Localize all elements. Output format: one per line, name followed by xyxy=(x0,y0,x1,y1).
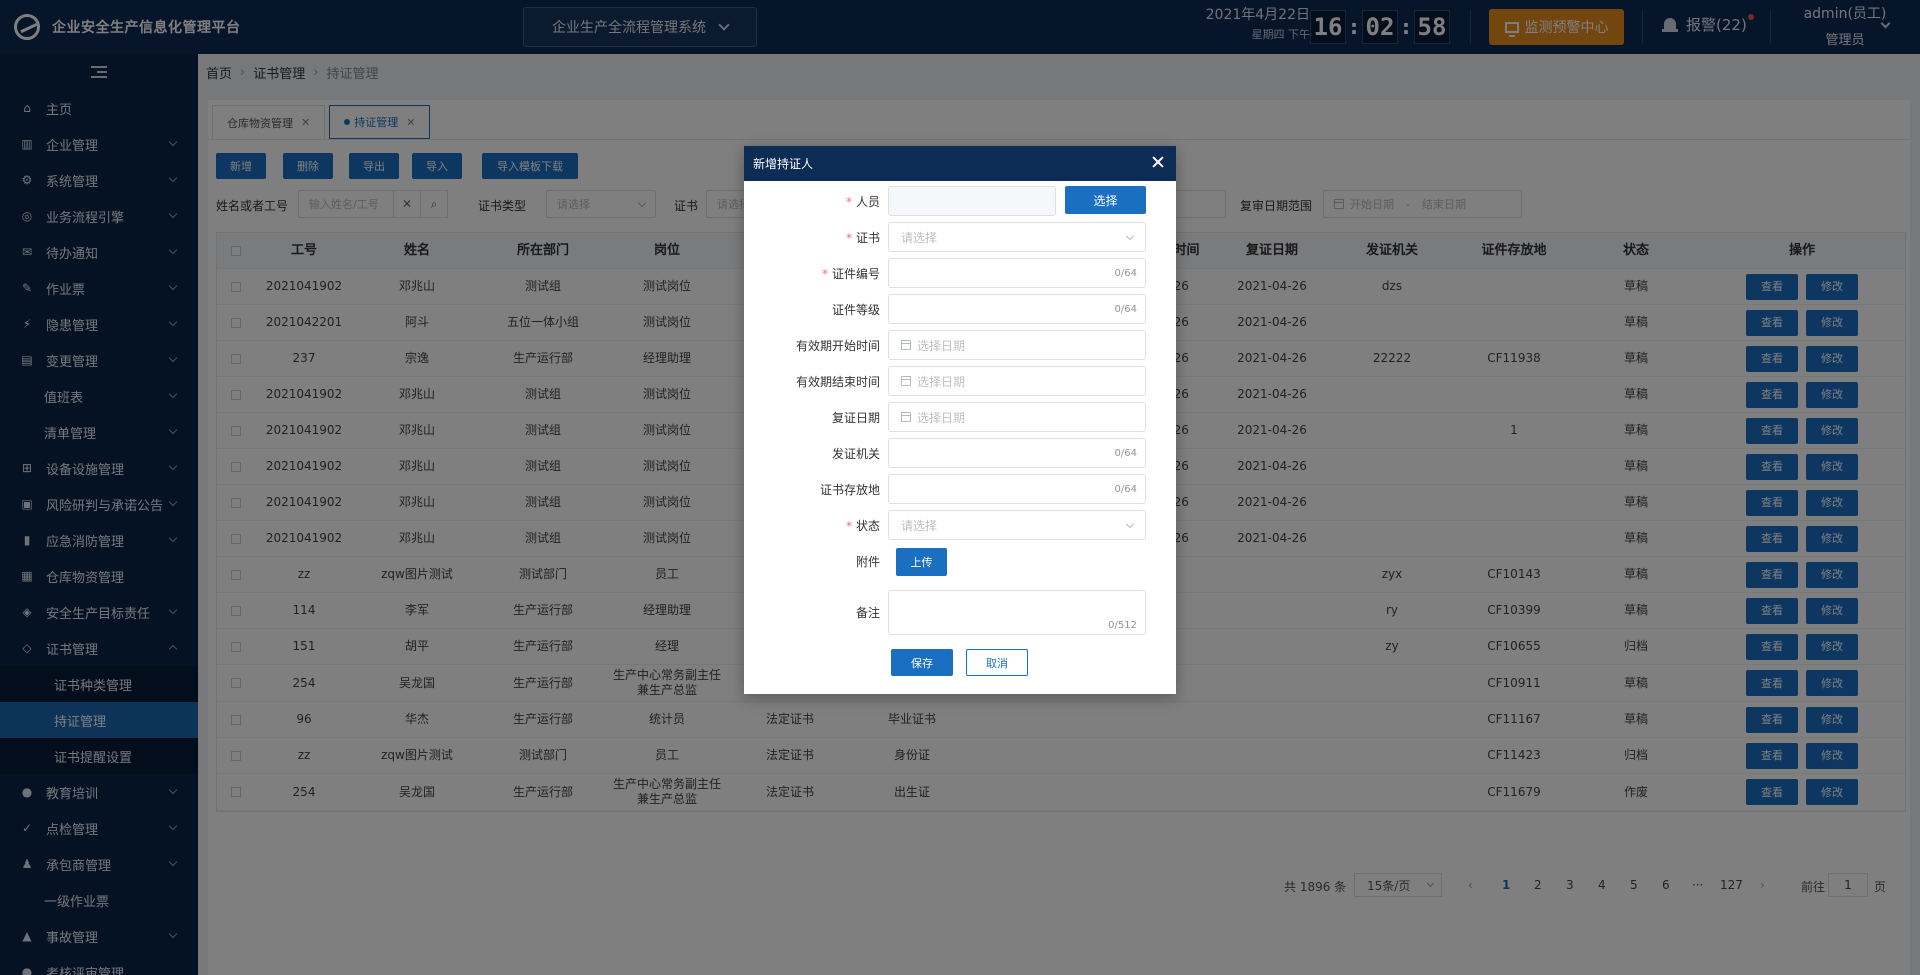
select-field[interactable]: 请选择 xyxy=(888,510,1146,540)
select-person-button[interactable]: 选择 xyxy=(1065,186,1146,214)
required-mark: * xyxy=(845,231,852,245)
form-row: 备注 0/512 xyxy=(744,590,1176,635)
chevron-down-icon xyxy=(1125,231,1135,241)
form-row: * 证书 请选择 xyxy=(744,222,1176,252)
field-label-text: 证件编号 xyxy=(831,267,880,281)
text-input[interactable]: 0/64 xyxy=(888,294,1146,324)
field-label: * 状态 xyxy=(846,517,880,534)
date-picker[interactable]: 选择日期 xyxy=(888,402,1146,432)
date-placeholder: 选择日期 xyxy=(917,410,966,425)
date-placeholder: 选择日期 xyxy=(917,338,966,353)
required-mark: * xyxy=(845,195,852,209)
select-field[interactable]: 请选择 xyxy=(888,222,1146,252)
required-mark: * xyxy=(821,267,828,281)
date-picker[interactable]: 选择日期 xyxy=(888,330,1146,360)
field-label: 有效期结束时间 xyxy=(796,373,880,390)
text-input[interactable]: 0/64 xyxy=(888,258,1146,288)
field-label-text: 状态 xyxy=(855,519,880,533)
field-label: 备注 xyxy=(856,604,880,621)
calendar-icon xyxy=(901,340,911,350)
field-label: * 人员 xyxy=(846,193,880,210)
close-icon[interactable] xyxy=(1151,155,1165,169)
cancel-button[interactable]: 取消 xyxy=(966,649,1028,676)
select-placeholder: 请选择 xyxy=(901,230,938,245)
char-count: 0/512 xyxy=(1108,620,1137,631)
field-label-text: 附件 xyxy=(855,555,880,569)
field-label-text: 有效期结束时间 xyxy=(795,375,880,389)
save-button[interactable]: 保存 xyxy=(891,649,953,676)
field-label: * 证书 xyxy=(846,229,880,246)
field-label: 附件 xyxy=(856,553,880,570)
field-label-text: 证件等级 xyxy=(831,303,880,317)
dialog-header: 新增持证人 xyxy=(744,146,1176,181)
field-label-text: 复证日期 xyxy=(831,411,880,425)
dialog-footer: 保存 取消 xyxy=(744,649,1176,677)
char-count: 0/64 xyxy=(1114,268,1137,279)
add-cert-holder-dialog: 新增持证人 * 人员 选择 * 证书 请选择 * 证件编号 0/64 证件等级 0/64 有效期开始时… xyxy=(744,146,1176,694)
field-label: 复证日期 xyxy=(832,409,880,426)
field-label-text: 证书存放地 xyxy=(819,483,880,497)
field-label: * 证件编号 xyxy=(822,265,880,282)
form-row: * 证件编号 0/64 xyxy=(744,258,1176,288)
text-input[interactable]: 0/64 xyxy=(888,474,1146,504)
field-label: 发证机关 xyxy=(832,445,880,462)
field-label-text: 有效期开始时间 xyxy=(795,339,880,353)
form-row: 有效期开始时间 选择日期 xyxy=(744,330,1176,360)
person-input[interactable] xyxy=(888,186,1056,216)
char-count: 0/64 xyxy=(1114,304,1137,315)
calendar-icon xyxy=(901,412,911,422)
field-label: 有效期开始时间 xyxy=(796,337,880,354)
text-input[interactable]: 0/64 xyxy=(888,438,1146,468)
upload-button[interactable]: 上传 xyxy=(896,548,947,576)
char-count: 0/64 xyxy=(1114,484,1137,495)
date-picker[interactable]: 选择日期 xyxy=(888,366,1146,396)
char-count: 0/64 xyxy=(1114,448,1137,459)
field-label: 证书存放地 xyxy=(820,481,880,498)
remark-textarea[interactable]: 0/512 xyxy=(888,590,1146,635)
form-row: 证书存放地 0/64 xyxy=(744,474,1176,504)
form-row: 附件 上传 xyxy=(744,546,1176,576)
calendar-icon xyxy=(901,376,911,386)
form-row: 发证机关 0/64 xyxy=(744,438,1176,468)
field-label-text: 备注 xyxy=(855,606,880,620)
form-row: 证件等级 0/64 xyxy=(744,294,1176,324)
date-placeholder: 选择日期 xyxy=(917,374,966,389)
chevron-down-icon xyxy=(1125,519,1135,529)
dialog-title: 新增持证人 xyxy=(753,157,814,171)
form-row: * 人员 选择 xyxy=(744,186,1176,216)
form-row: * 状态 请选择 xyxy=(744,510,1176,540)
select-placeholder: 请选择 xyxy=(901,518,938,533)
field-label-text: 证书 xyxy=(855,231,880,245)
field-label-text: 人员 xyxy=(855,195,880,209)
field-label: 证件等级 xyxy=(832,301,880,318)
form-row: 有效期结束时间 选择日期 xyxy=(744,366,1176,396)
form-row: 复证日期 选择日期 xyxy=(744,402,1176,432)
field-label-text: 发证机关 xyxy=(831,447,880,461)
required-mark: * xyxy=(845,519,852,533)
